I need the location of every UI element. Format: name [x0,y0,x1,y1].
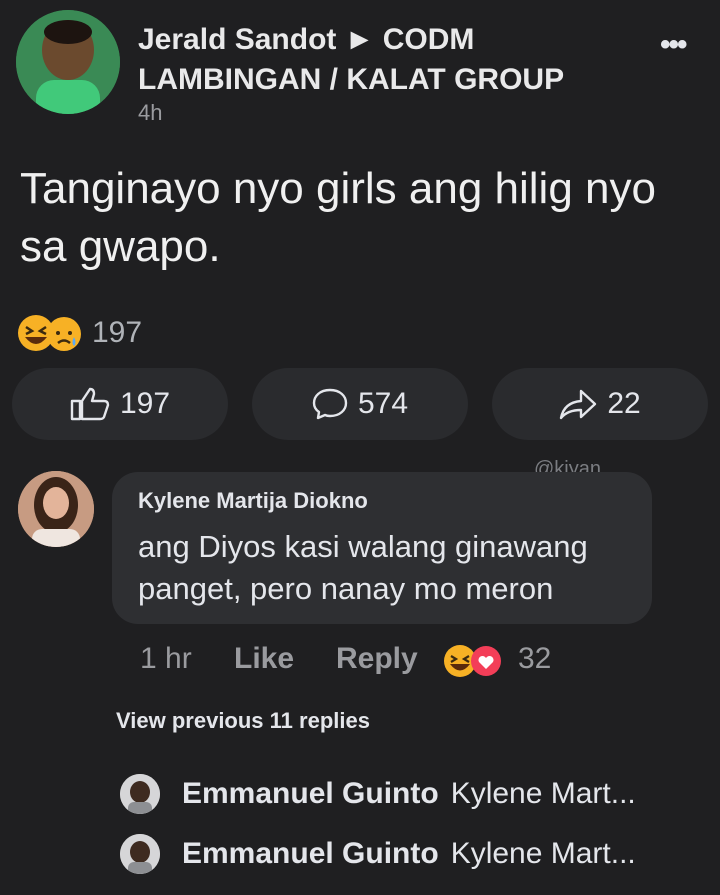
more-options-icon[interactable]: ••• [660,28,687,62]
reply-text: Kylene Mart... [450,777,636,810]
reply-item[interactable]: Emmanuel Guinto Kylene Mart... [120,832,636,876]
view-previous-replies-link[interactable]: View previous 11 replies [116,708,370,734]
comment-reaction-count: 32 [518,642,552,675]
post-author[interactable]: Jerald Sandot ► CODM LAMBINGAN / KALAT G… [138,20,638,100]
post-text: Tanginayo nyo girls ang hilig nyo sa gwa… [20,164,656,271]
reply-text: Kylene Mart... [450,837,636,870]
comment-count: 574 [357,387,409,420]
comment-author[interactable]: Kylene Martija Diokno [138,488,368,514]
post-time[interactable]: 4h [138,100,162,126]
comment-button[interactable]: 574 [252,368,468,440]
haha-sad-reaction-icon [18,315,81,351]
thumbs-up-icon [70,387,110,421]
author-avatar[interactable] [16,10,120,114]
like-button[interactable]: 197 [12,368,228,440]
comment-icon [312,388,348,420]
reply-avatar [120,834,160,874]
reply-item[interactable]: Emmanuel Guinto Kylene Mart... [120,772,636,816]
like-count: 197 [119,387,171,420]
share-button[interactable]: 22 [492,368,708,440]
haha-love-reaction-icon[interactable] [442,643,504,679]
reactions-summary[interactable]: 197 [16,313,142,353]
share-count: 22 [607,387,641,420]
commenter-avatar[interactable] [18,471,94,547]
share-icon [560,389,597,420]
comment-time: 1 hr [140,642,192,675]
comment-text: ang Diyos kasi walang ginawang panget, p… [138,529,588,606]
reply-author[interactable]: Emmanuel Guinto [182,777,439,811]
comment-like-button[interactable]: Like [234,642,294,676]
reply-avatar [120,774,160,814]
reaction-count: 197 [92,316,143,349]
reply-author[interactable]: Emmanuel Guinto [182,837,439,871]
comment-reply-button[interactable]: Reply [336,642,418,676]
